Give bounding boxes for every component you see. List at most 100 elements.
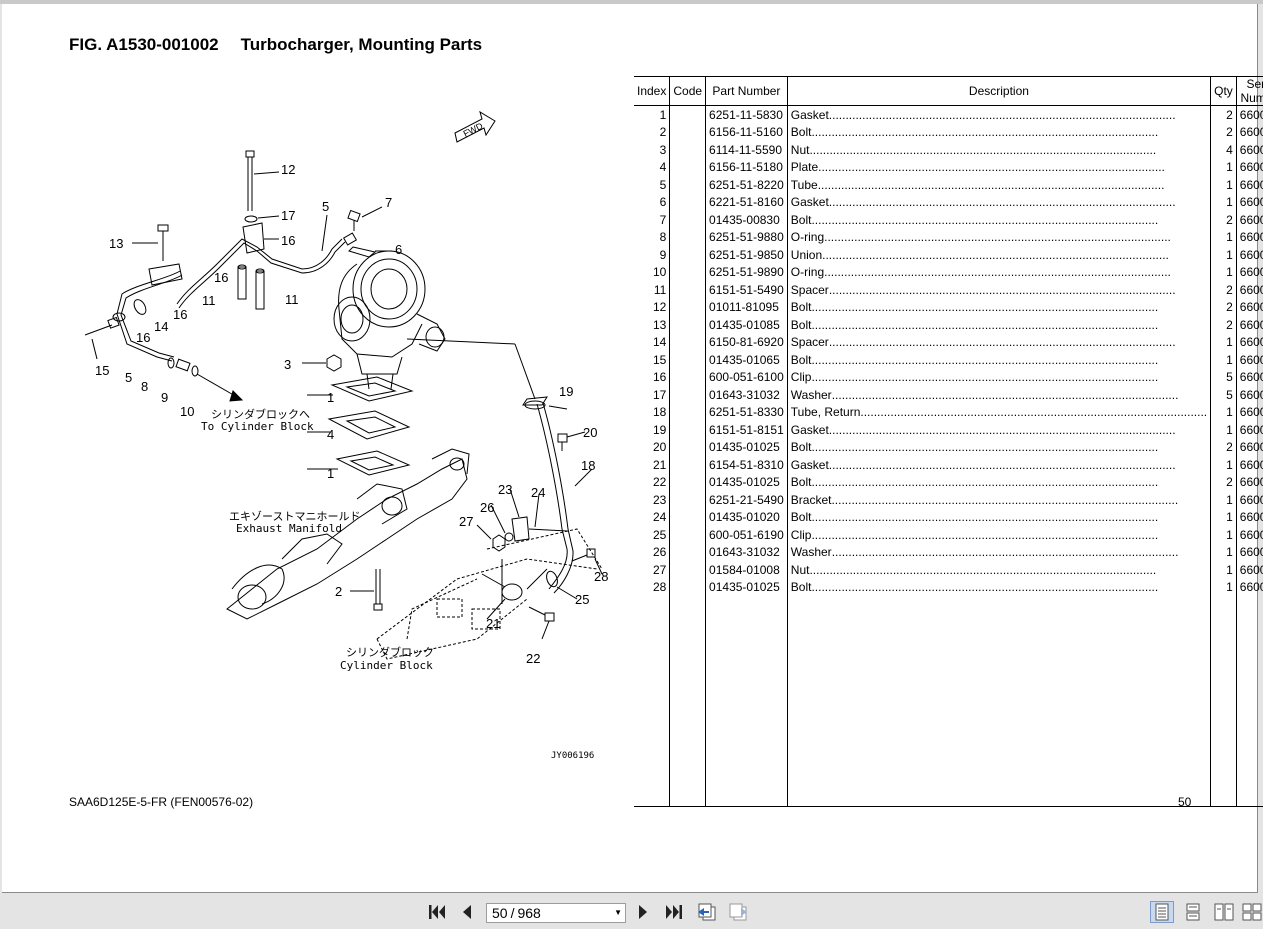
next-page-button[interactable]: [632, 901, 654, 923]
table-empty-area: [634, 596, 1263, 807]
table-row: 22 01435-01025Bolt 2660001-: [634, 473, 1263, 491]
table-row: 5 6251-51-8220Tube 1660001-: [634, 176, 1263, 194]
row-qty: 1: [1210, 263, 1237, 281]
row-index: 12: [653, 300, 667, 315]
row-description-cell: Gasket: [786, 193, 1211, 211]
prev-view-icon: [698, 903, 716, 921]
cylinder-block-label-en: Cylinder Block: [340, 659, 433, 672]
continuous-facing-view-button[interactable]: [1240, 901, 1263, 923]
row-serial-number: 660001-: [1235, 508, 1263, 526]
leader-dots: [829, 458, 1207, 472]
leader-dots: [829, 423, 1207, 437]
bolt-13-drawing: [132, 224, 169, 261]
row-code: [669, 491, 706, 509]
row-description-cell: Bolt: [786, 123, 1211, 141]
callout-25: 25: [575, 592, 589, 607]
callout-16-left: 16: [136, 330, 150, 345]
facing-view-button[interactable]: [1212, 901, 1236, 923]
page-title: FIG. A1530-001002 Turbocharger, Mounting …: [69, 35, 482, 55]
last-page-button[interactable]: [663, 901, 685, 923]
continuous-view-button[interactable]: [1181, 901, 1205, 923]
row-qty: 1: [1210, 158, 1237, 176]
row-serial-number: 660001-: [1235, 263, 1263, 281]
table-row: 20 01435-01025Bolt 2660001-: [634, 438, 1263, 456]
row-index: 24: [653, 510, 667, 525]
next-view-button[interactable]: [727, 901, 749, 923]
row-serial-number: 660001-: [1235, 578, 1263, 596]
row-part-number: 01435-01020: [705, 508, 788, 526]
return-tube-18-drawing: [406, 338, 593, 594]
row-code: [669, 543, 706, 561]
row-serial-number: 660001-: [1235, 438, 1263, 456]
row-description: O-ring: [790, 230, 825, 245]
header-index: Index: [634, 76, 670, 106]
page-dropdown-icon[interactable]: ▼: [614, 904, 622, 922]
prev-view-button[interactable]: [696, 901, 718, 923]
row-part-number: 01435-01025: [705, 578, 788, 596]
header-serial-number: Serial Number: [1235, 76, 1263, 106]
row-serial-number: 660001-: [1235, 193, 1263, 211]
row-qty: 2: [1210, 281, 1237, 299]
row-description: Clip: [790, 370, 812, 385]
row-description: Union: [790, 247, 823, 262]
gasket-1-upper-drawing: [330, 376, 414, 402]
leader-dots: [829, 335, 1207, 349]
row-part-number: 01643-31032: [705, 543, 788, 561]
row-index: 13: [653, 317, 667, 332]
table-row: 18 6251-51-8330Tube, Return 1660001-: [634, 403, 1263, 421]
washer-17-drawing: [244, 215, 258, 223]
table-row: 13 01435-01085Bolt 2660001-: [634, 316, 1263, 334]
leader-dots: [824, 265, 1207, 279]
bolt-15-drawing: [84, 316, 120, 360]
row-qty: 1: [1210, 491, 1237, 509]
row-description-cell: Bolt: [786, 298, 1211, 316]
row-description: Bracket: [790, 492, 832, 507]
table-row: 26156-11-5160Bolt2660001-: [634, 123, 1263, 141]
row-index: 11: [653, 282, 667, 297]
bolt-22-drawing: [528, 606, 555, 640]
row-code: [669, 333, 706, 351]
row-part-number: 01011-81095: [705, 298, 788, 316]
union-9-drawing: [175, 358, 191, 372]
callout-28: 28: [594, 569, 608, 584]
row-serial-number: 660001-: [1235, 123, 1263, 141]
row-index: 22: [653, 475, 667, 490]
prev-page-button[interactable]: [456, 901, 478, 923]
row-qty: 1: [1210, 456, 1237, 474]
row-description: Gasket: [790, 195, 829, 210]
diagram-code: JY006196: [551, 751, 594, 761]
row-serial-number: 660001-: [1235, 491, 1263, 509]
viewer-toolbar: 50/968 ▼: [0, 895, 1263, 929]
leader-dots: [811, 213, 1207, 227]
row-part-number: 01435-00830: [705, 211, 788, 229]
row-description: Bolt: [790, 212, 812, 227]
row-qty: 2: [1210, 316, 1237, 334]
page-number-input[interactable]: 50/968 ▼: [486, 903, 626, 923]
row-qty: 1: [1210, 421, 1237, 439]
callout-16-upper: 16: [281, 233, 295, 248]
table-row: 28 01435-01025Bolt 1660001-: [634, 578, 1263, 596]
row-index: 7: [659, 212, 667, 227]
callout-16-middle: 16: [214, 270, 228, 285]
row-part-number: 6156-11-5180: [705, 158, 788, 176]
bolt-2-drawing: [350, 569, 383, 611]
row-index: 17: [653, 387, 667, 402]
last-page-icon: [666, 905, 682, 919]
bolt-20-drawing: [557, 431, 586, 451]
callout-10: 10: [180, 404, 194, 419]
first-page-button[interactable]: [426, 901, 448, 923]
row-index: 23: [653, 492, 667, 507]
single-page-view-button[interactable]: [1150, 901, 1174, 923]
row-serial-number: 660001-: [1235, 105, 1263, 124]
row-qty: 1: [1210, 526, 1237, 544]
to-cylinder-block-label-en: To Cylinder Block: [201, 420, 314, 433]
table-row: 10 6251-51-9890O-ring 1660001-: [634, 263, 1263, 281]
model-footer: SAA6D125E-5-FR (FEN00576-02): [69, 795, 254, 809]
row-qty: 2: [1210, 473, 1237, 491]
gasket-21-drawing: [501, 583, 523, 601]
row-description-cell: Tube, Return: [786, 403, 1211, 421]
row-description-cell: O-ring: [786, 263, 1211, 281]
row-serial-number: 660001-: [1235, 561, 1263, 579]
row-index: 28: [653, 580, 667, 595]
callout-13: 13: [109, 236, 123, 251]
